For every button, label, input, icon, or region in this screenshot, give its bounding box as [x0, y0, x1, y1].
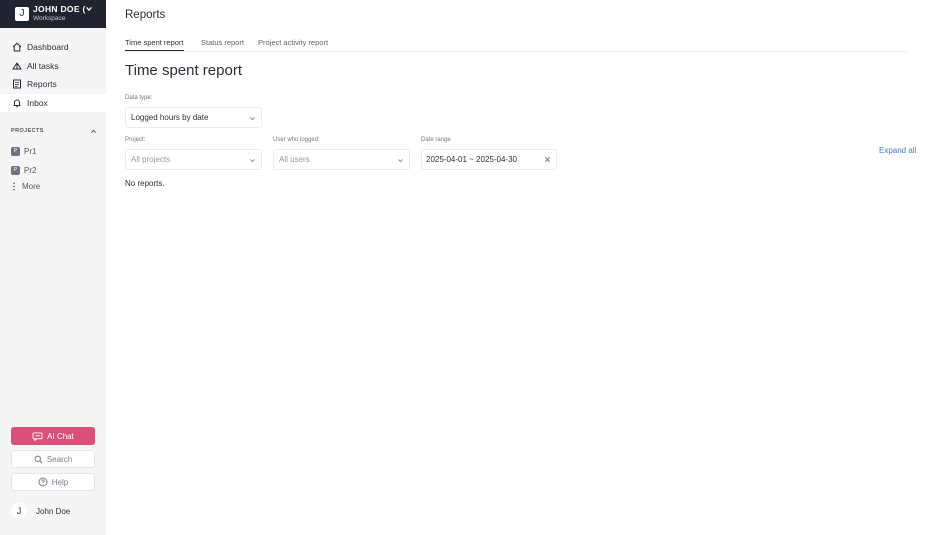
sidebar-project-pr2[interactable]: P Pr2 [11, 164, 101, 176]
sidebar-item-all-tasks[interactable]: All tasks [0, 57, 106, 75]
help-icon [38, 477, 48, 487]
search-button[interactable]: Search [11, 450, 95, 468]
chevron-down-icon [250, 117, 255, 121]
report-title: Time spent report [125, 62, 242, 79]
sidebar-item-dashboard[interactable]: Dashboard [0, 38, 106, 56]
ai-chat-button[interactable]: AI Chat [11, 427, 95, 445]
workspace-subtitle: Workspace [33, 15, 66, 22]
sidebar-item-label: Dashboard [27, 42, 69, 52]
projects-title: PROJECTS [11, 128, 44, 134]
sidebar-item-reports[interactable]: Reports [0, 75, 106, 93]
user-select[interactable]: All users [273, 149, 410, 170]
bell-icon [13, 99, 21, 108]
sidebar-project-pr1[interactable]: P Pr1 [11, 145, 101, 157]
tab-time-spent-report[interactable]: Time spent report [125, 38, 184, 51]
empty-state-text: No reports. [125, 179, 165, 188]
search-icon [34, 455, 43, 463]
ai-chat-label: AI Chat [47, 431, 74, 441]
data-type-value: Logged hours by date [131, 113, 209, 122]
sidebar-item-inbox[interactable]: Inbox [0, 94, 106, 112]
user-profile[interactable]: J John Doe [11, 503, 70, 519]
workspace-avatar: J [15, 7, 29, 21]
home-icon [12, 42, 22, 52]
report-tabs: Time spent report Status report Project … [125, 36, 907, 52]
workspace-switcher[interactable]: J JOHN DOE ( Workspace [0, 0, 106, 28]
chevron-down-icon [250, 159, 255, 163]
workspace-name: JOHN DOE ( [33, 4, 86, 14]
more-label: More [22, 182, 41, 191]
expand-all-button[interactable]: Expand all [879, 146, 916, 155]
help-button[interactable]: Help [11, 473, 95, 491]
page-title: Reports [125, 9, 166, 21]
chevron-down-icon [398, 159, 403, 163]
project-select[interactable]: All projects [125, 149, 262, 170]
search-label: Search [46, 454, 73, 464]
date-range-label: Date range [421, 137, 451, 143]
avatar: J [11, 503, 27, 519]
sidebar-item-label: All tasks [27, 61, 59, 71]
project-badge: P [11, 146, 20, 156]
data-type-label: Data type: [125, 95, 153, 101]
app-root: J JOHN DOE ( Workspace Dashboard All tas… [0, 0, 935, 535]
user-filter-label: User who logged: [273, 137, 320, 143]
chevron-up-icon [91, 129, 96, 133]
chat-icon [32, 431, 43, 441]
project-label: Pr1 [24, 146, 37, 156]
user-name: John Doe [36, 506, 71, 516]
project-placeholder: All projects [131, 155, 171, 164]
date-range-input[interactable]: 2025-04-01 ~ 2025-04-30 [421, 149, 557, 170]
user-placeholder: All users [279, 155, 310, 164]
data-type-select[interactable]: Logged hours by date [125, 107, 262, 128]
projects-section-header[interactable]: PROJECTS [11, 127, 97, 135]
reports-icon [13, 79, 21, 89]
more-vertical-icon [13, 182, 15, 191]
project-badge: P [11, 165, 20, 175]
sidebar-more[interactable]: More [11, 182, 40, 191]
tab-status-report[interactable]: Status report [201, 38, 244, 50]
project-label: Pr2 [24, 165, 37, 175]
tasks-icon [12, 62, 22, 70]
chevron-down-icon [86, 6, 92, 12]
sidebar-item-label: Inbox [27, 98, 48, 108]
project-label: Project: [125, 137, 146, 143]
date-range-value: 2025-04-01 ~ 2025-04-30 [426, 155, 517, 164]
help-label: Help [51, 477, 69, 487]
tab-project-activity-report[interactable]: Project activity report [258, 38, 328, 50]
sidebar: J JOHN DOE ( Workspace Dashboard All tas… [0, 0, 106, 535]
close-icon[interactable] [544, 156, 551, 163]
sidebar-item-label: Reports [27, 79, 57, 89]
